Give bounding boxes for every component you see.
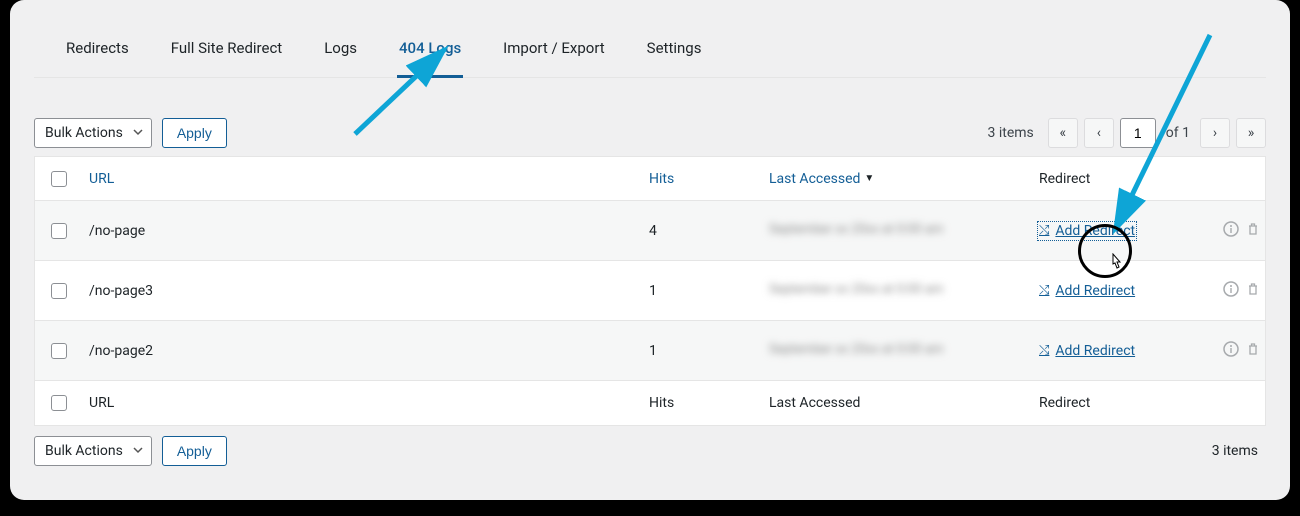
row-date: September xx 20xx at 0:00 am bbox=[769, 282, 943, 299]
bulk-actions-label-bottom: Bulk Actions bbox=[45, 443, 123, 459]
pager-of-text: of 1 bbox=[1166, 125, 1190, 141]
info-icon[interactable] bbox=[1223, 341, 1239, 361]
col-header-url[interactable]: URL bbox=[89, 171, 114, 187]
bulk-actions-label: Bulk Actions bbox=[45, 125, 123, 141]
pager-next[interactable]: › bbox=[1200, 118, 1230, 148]
add-redirect-link[interactable]: ⤭Add Redirect bbox=[1039, 343, 1135, 359]
col-footer-url: URL bbox=[89, 395, 114, 411]
row-url: /no-page2 bbox=[89, 343, 153, 359]
chevron-down-icon bbox=[133, 125, 143, 141]
tab-bar: Redirects Full Site Redirect Logs 404 Lo… bbox=[34, 16, 1266, 78]
trash-icon[interactable] bbox=[1245, 341, 1261, 361]
col-header-hits[interactable]: Hits bbox=[649, 171, 674, 187]
chevron-down-icon bbox=[133, 443, 143, 459]
sort-desc-icon: ▼ bbox=[864, 173, 874, 184]
row-checkbox[interactable] bbox=[51, 283, 67, 299]
tab-logs[interactable]: Logs bbox=[322, 29, 359, 78]
select-all-checkbox-top[interactable] bbox=[51, 171, 67, 187]
col-footer-hits: Hits bbox=[649, 395, 674, 411]
table-row: /no-page3 1 September xx 20xx at 0:00 am… bbox=[35, 261, 1265, 321]
tab-import-export[interactable]: Import / Export bbox=[501, 29, 607, 78]
page-panel: Redirects Full Site Redirect Logs 404 Lo… bbox=[10, 0, 1290, 500]
shuffle-icon: ⤭ bbox=[1039, 223, 1049, 238]
trash-icon[interactable] bbox=[1245, 281, 1261, 301]
pager-input[interactable] bbox=[1120, 118, 1156, 148]
col-header-last-accessed[interactable]: Last Accessed bbox=[769, 171, 860, 187]
row-date: September xx 20xx at 0:00 am bbox=[769, 222, 943, 239]
info-icon[interactable] bbox=[1223, 221, 1239, 241]
top-toolbar: Bulk Actions Apply 3 items « ‹ of 1 › » bbox=[34, 118, 1266, 148]
select-all-checkbox-bottom[interactable] bbox=[51, 395, 67, 411]
logs-table: URL Hits Last Accessed ▼ Redirect /no-pag… bbox=[34, 156, 1266, 426]
col-header-redirect: Redirect bbox=[1039, 171, 1090, 187]
tab-settings[interactable]: Settings bbox=[645, 29, 704, 78]
pager-first[interactable]: « bbox=[1048, 118, 1078, 148]
tab-redirects[interactable]: Redirects bbox=[64, 29, 131, 78]
items-count-bottom: 3 items bbox=[1212, 443, 1258, 459]
apply-button-bottom[interactable]: Apply bbox=[162, 436, 227, 466]
table-row: /no-page 4 September xx 20xx at 0:00 am … bbox=[35, 201, 1265, 261]
shuffle-icon: ⤭ bbox=[1039, 343, 1049, 358]
apply-button[interactable]: Apply bbox=[162, 118, 227, 148]
tab-404-logs[interactable]: 404 Logs bbox=[397, 29, 463, 78]
col-footer-last-accessed: Last Accessed bbox=[769, 395, 860, 411]
row-url: /no-page3 bbox=[89, 283, 153, 299]
add-redirect-link[interactable]: ⤭Add Redirect bbox=[1039, 223, 1135, 239]
bulk-actions-select[interactable]: Bulk Actions bbox=[34, 118, 152, 148]
bulk-actions-select-bottom[interactable]: Bulk Actions bbox=[34, 436, 152, 466]
shuffle-icon: ⤭ bbox=[1039, 283, 1049, 298]
row-hits: 1 bbox=[649, 283, 657, 299]
row-date: September xx 20xx at 0:00 am bbox=[769, 342, 943, 359]
row-hits: 1 bbox=[649, 343, 657, 359]
row-url: /no-page bbox=[89, 223, 145, 239]
trash-icon[interactable] bbox=[1245, 221, 1261, 241]
pager-prev[interactable]: ‹ bbox=[1084, 118, 1114, 148]
pager-last[interactable]: » bbox=[1236, 118, 1266, 148]
table-row: /no-page2 1 September xx 20xx at 0:00 am… bbox=[35, 321, 1265, 381]
row-checkbox[interactable] bbox=[51, 223, 67, 239]
table-header-row: URL Hits Last Accessed ▼ Redirect bbox=[35, 157, 1265, 201]
info-icon[interactable] bbox=[1223, 281, 1239, 301]
tab-full-site-redirect[interactable]: Full Site Redirect bbox=[169, 29, 285, 78]
bottom-toolbar: Bulk Actions Apply 3 items bbox=[34, 436, 1266, 466]
row-checkbox[interactable] bbox=[51, 343, 67, 359]
col-footer-redirect: Redirect bbox=[1039, 395, 1090, 411]
row-hits: 4 bbox=[649, 223, 657, 239]
table-footer-row: URL Hits Last Accessed Redirect bbox=[35, 381, 1265, 425]
add-redirect-link[interactable]: ⤭Add Redirect bbox=[1039, 283, 1135, 299]
items-count-top: 3 items bbox=[988, 125, 1034, 141]
